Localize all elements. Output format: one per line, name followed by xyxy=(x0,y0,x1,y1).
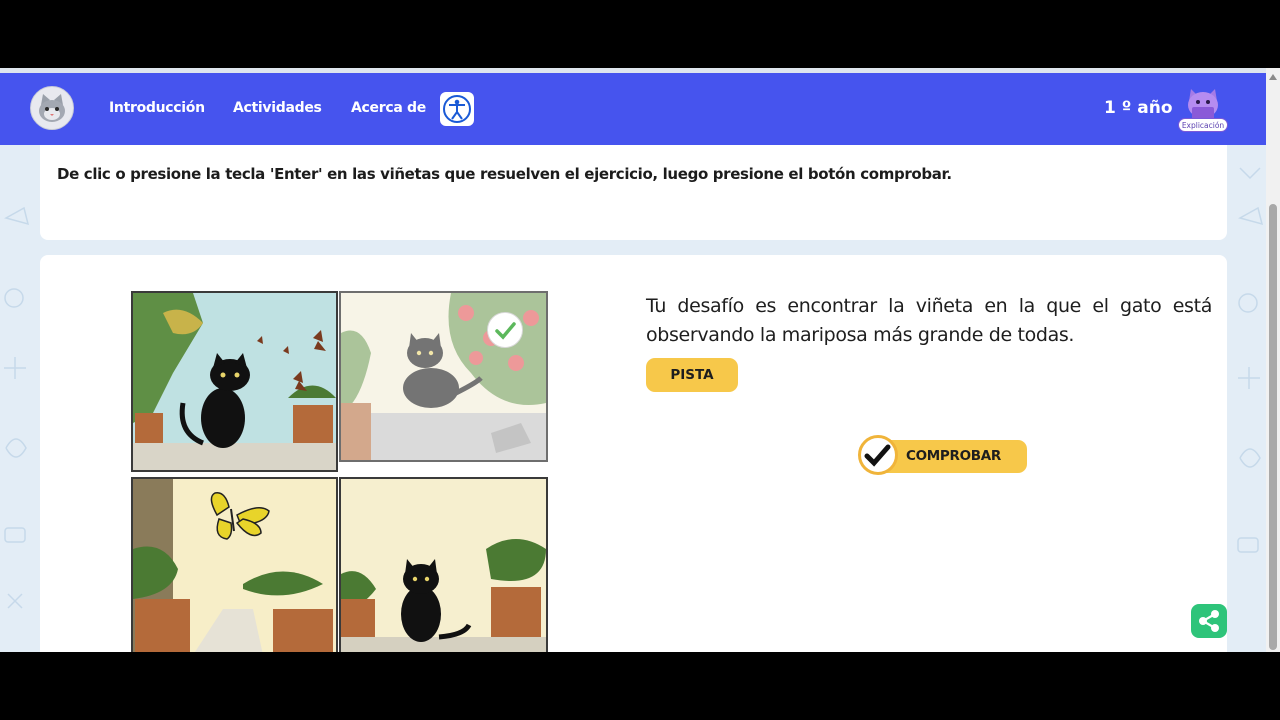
scrollbar-thumb[interactable] xyxy=(1269,204,1277,650)
cat-avatar-icon[interactable] xyxy=(30,86,74,130)
panel-1-illustration xyxy=(133,293,336,470)
challenge-text: Tu desafío es encontrar la viñeta en la … xyxy=(646,295,1212,346)
instruction-card: De clic o presione la tecla 'Enter' en l… xyxy=(40,145,1227,240)
check-mark-icon xyxy=(487,312,523,348)
checkmark-icon xyxy=(858,435,898,475)
comic-panel-3[interactable] xyxy=(131,477,338,652)
explanation-button[interactable]: Explicación xyxy=(1177,85,1231,137)
nav-link-actividades[interactable]: Actividades xyxy=(233,100,322,116)
scrollbar[interactable] xyxy=(1266,68,1280,652)
accessibility-icon[interactable] xyxy=(440,92,474,126)
panel-3-illustration xyxy=(133,479,333,652)
grade-label: 1 º año xyxy=(1104,98,1173,118)
scroll-up-arrow-icon[interactable] xyxy=(1269,74,1277,80)
explanation-label: Explicación xyxy=(1178,118,1228,132)
comic-panel-4[interactable] xyxy=(339,477,548,652)
panel-4-illustration xyxy=(341,539,546,652)
comic-panel-1[interactable] xyxy=(131,291,338,472)
nav-link-acerca-de[interactable]: Acerca de xyxy=(351,100,426,116)
share-icon[interactable] xyxy=(1191,604,1227,638)
instruction-text: De clic o presione la tecla 'Enter' en l… xyxy=(57,165,952,183)
hint-button[interactable]: PISTA xyxy=(646,358,738,392)
comic-panel-2[interactable] xyxy=(339,291,548,462)
nav-link-introduccion[interactable]: Introducción xyxy=(109,100,205,116)
check-button-label: COMPROBAR xyxy=(906,448,1002,464)
exercise-card: Tu desafío es encontrar la viñeta en la … xyxy=(40,255,1227,652)
top-navbar: Introducción Actividades Acerca de 1 º a… xyxy=(0,73,1266,145)
check-button[interactable]: COMPROBAR xyxy=(858,435,1028,481)
